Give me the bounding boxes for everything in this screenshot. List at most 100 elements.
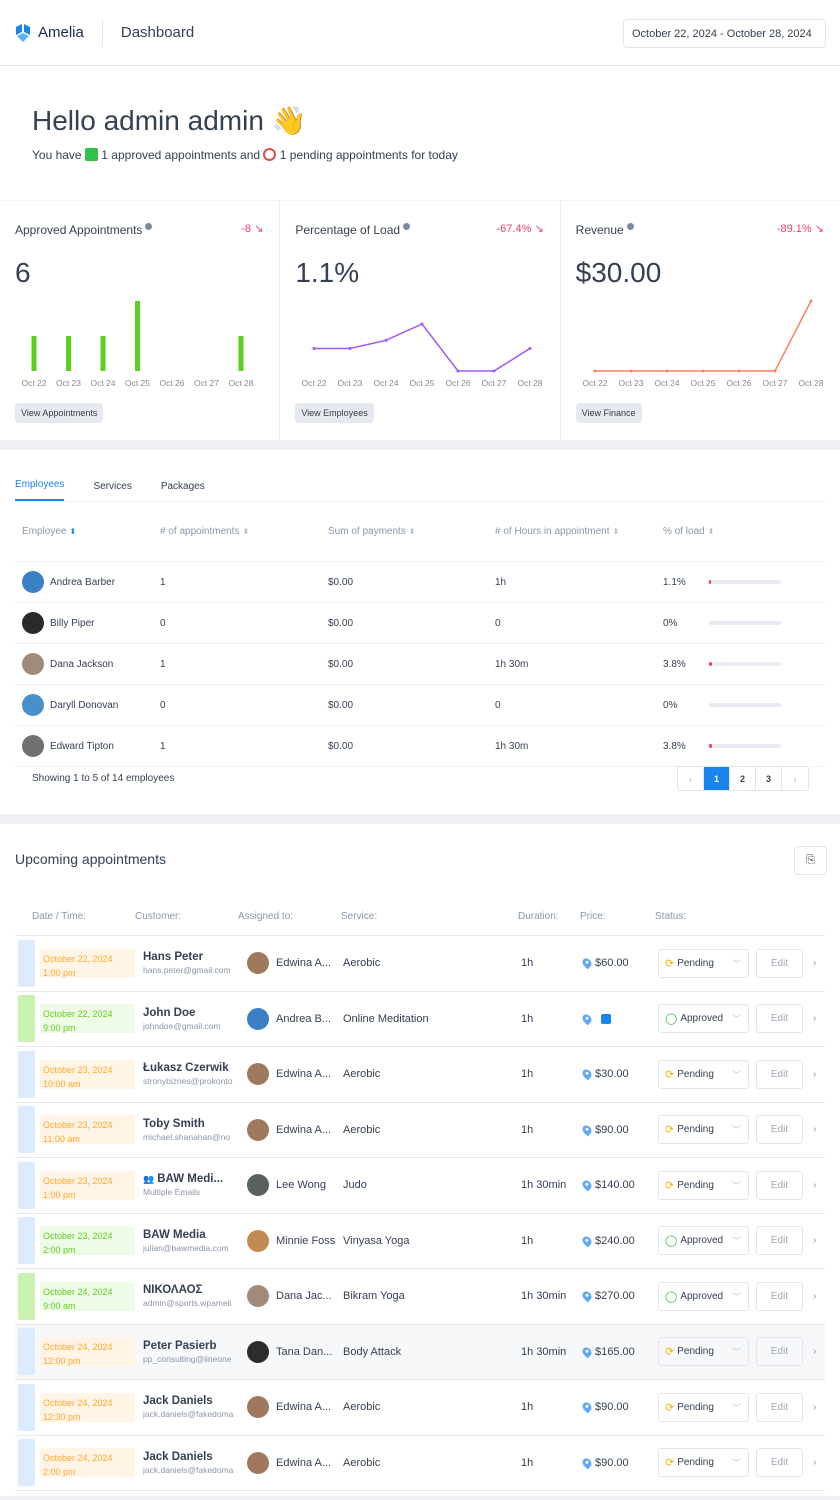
hours: 0 <box>495 617 501 629</box>
view-appointments-button[interactable]: View Appointments <box>15 403 104 423</box>
column-duration: Duration: <box>518 911 559 922</box>
page-2-button[interactable]: 2 <box>730 767 756 790</box>
appointment-time: 9:00 pm <box>43 1023 76 1034</box>
date-time-badge: October 24, 2024 9:00 am <box>40 1281 135 1311</box>
hours: 1h 30m <box>495 658 529 670</box>
sort-icon[interactable]: ⬍ <box>69 527 76 536</box>
expand-chevron-icon[interactable]: › <box>813 1013 816 1024</box>
view-finance-button[interactable]: View Finance <box>575 403 642 423</box>
employee-row[interactable]: Daryll Donovan 0 $0.00 0 0% <box>15 685 825 726</box>
tab-services[interactable]: Services <box>93 481 131 501</box>
load-progress-fill <box>709 743 712 748</box>
customer-cell: Jack Daniels jack.daniels@fakedoma <box>143 1451 247 1475</box>
employee-row[interactable]: Andrea Barber 1 $0.00 1h 1.1% <box>15 562 825 603</box>
column-hours[interactable]: # of Hours in appointment ⬍ <box>495 526 663 537</box>
status-dropdown[interactable]: ◯ Approved ﹀ <box>658 1281 749 1311</box>
expand-chevron-icon[interactable]: › <box>813 1402 816 1413</box>
pagination: ‹ 1 2 3 › <box>677 766 809 791</box>
status-dropdown[interactable]: ⟳ Pending ﹀ <box>658 1115 749 1145</box>
info-icon[interactable] <box>145 223 153 230</box>
page-1-button[interactable]: 1 <box>704 767 730 790</box>
employee-row[interactable]: Edward Tipton 1 $0.00 1h 30m 3.8% <box>15 726 825 767</box>
sort-icon[interactable]: ⬍ <box>708 527 715 536</box>
trend-value: -8 <box>241 223 252 235</box>
avatar <box>22 612 44 634</box>
expand-chevron-icon[interactable]: › <box>813 1235 816 1246</box>
status-dropdown[interactable]: ⟳ Pending ﹀ <box>658 1170 749 1200</box>
appointment-row[interactable]: October 24, 2024 12:00 pm Peter Pasierb pp_… <box>15 1324 825 1380</box>
edit-button[interactable]: Edit <box>756 1448 803 1478</box>
expand-chevron-icon[interactable]: › <box>813 1069 816 1080</box>
edit-button[interactable]: Edit <box>756 1337 803 1367</box>
appointment-row[interactable]: October 24, 2024 12:30 pm Jack Daniels jack… <box>15 1380 825 1436</box>
sum-payments: $0.00 <box>328 740 354 752</box>
pending-refresh-icon: ⟳ <box>665 1401 675 1414</box>
appointment-row[interactable]: October 23, 2024 1:00 pm 👥 BAW Medi... Multi… <box>15 1158 825 1214</box>
edit-button[interactable]: Edit <box>756 1226 803 1256</box>
appointment-row[interactable]: October 23, 2024 11:00 am Toby Smith michae… <box>15 1103 825 1158</box>
customer-email: julian@bawmedia.com <box>143 1242 229 1253</box>
column-employee[interactable]: Employee ⬍ <box>15 526 160 537</box>
tab-employees[interactable]: Employees <box>15 479 65 501</box>
edit-button[interactable]: Edit <box>756 1281 803 1311</box>
appointment-row[interactable]: October 24, 2024 9:00 am ΝΙΚΟΛΑΟΣ admin@spo… <box>15 1269 825 1325</box>
status-dropdown[interactable]: ⟳ Pending ﹀ <box>658 1337 749 1367</box>
appointment-time: 1:00 pm <box>43 967 76 978</box>
status-dropdown[interactable]: ⟳ Pending ﹀ <box>658 1392 749 1422</box>
expand-chevron-icon[interactable]: › <box>813 1457 816 1468</box>
status-dropdown[interactable]: ◯ Approved ﹀ <box>658 1004 749 1034</box>
status-dropdown[interactable]: ⟳ Pending ﹀ <box>658 1059 749 1089</box>
edit-button[interactable]: Edit <box>756 1115 803 1145</box>
amelia-logo[interactable]: Amelia <box>14 18 103 47</box>
greeting-section: Hello admin admin 👋 You have 1 approved … <box>0 66 840 200</box>
next-page-button[interactable]: › <box>782 767 808 790</box>
appointment-row[interactable]: October 23, 2024 2:00 pm BAW Media julian@b… <box>15 1214 825 1269</box>
edit-button[interactable]: Edit <box>756 1392 803 1422</box>
load-cell: 0% <box>663 618 825 629</box>
status-dropdown[interactable]: ⟳ Pending ﹀ <box>658 948 749 978</box>
expand-chevron-icon[interactable]: › <box>813 1180 816 1191</box>
sort-icon[interactable]: ⬍ <box>243 527 250 536</box>
export-button[interactable]: ⎘ <box>794 846 827 875</box>
info-icon[interactable] <box>403 223 411 230</box>
x-tick-label: Oct 22 <box>21 378 46 388</box>
appointment-row[interactable]: October 24, 2024 2:00 pm Jack Daniels jack.… <box>15 1436 825 1491</box>
sort-icon[interactable]: ⬍ <box>409 527 416 536</box>
column-price: Price: <box>580 911 606 922</box>
expand-chevron-icon[interactable]: › <box>813 958 816 969</box>
column-load[interactable]: % of load ⬍ <box>663 526 825 537</box>
column-appointments[interactable]: # of appointments ⬍ <box>160 526 328 537</box>
edit-button[interactable]: Edit <box>756 1004 803 1034</box>
column-sum-payments[interactable]: Sum of payments ⬍ <box>328 526 495 537</box>
avatar <box>247 1285 269 1308</box>
appointment-time: 11:00 am <box>43 1134 80 1145</box>
edit-button[interactable]: Edit <box>756 1170 803 1200</box>
sort-icon[interactable]: ⬍ <box>613 527 620 536</box>
appointment-row[interactable]: October 22, 2024 9:00 pm John Doe johndoe@g… <box>15 992 825 1047</box>
export-file-icon: ⎘ <box>806 854 815 866</box>
assigned-employee: Dana Jac... <box>247 1285 343 1308</box>
view-employees-button[interactable]: View Employees <box>295 403 374 423</box>
appointment-row[interactable]: October 23, 2024 10:00 am Łukasz Czerwik st… <box>15 1047 825 1103</box>
appointment-row[interactable]: October 22, 2024 1:00 pm Hans Peter hans.pe… <box>15 936 825 992</box>
page-3-button[interactable]: 3 <box>756 767 782 790</box>
employee-row[interactable]: Billy Piper 0 $0.00 0 0% <box>15 603 825 644</box>
employee-row[interactable]: Dana Jackson 1 $0.00 1h 30m 3.8% <box>15 644 825 685</box>
status-dropdown[interactable]: ⟳ Pending ﹀ <box>658 1448 749 1478</box>
service-name: Aerobic <box>343 1068 381 1081</box>
status-dropdown[interactable]: ◯ Approved ﹀ <box>658 1226 749 1256</box>
greeting-summary: You have 1 approved appointments and 1 p… <box>32 148 808 162</box>
x-tick-label: Oct 25 <box>690 378 715 388</box>
info-icon[interactable] <box>626 223 634 230</box>
expand-chevron-icon[interactable]: › <box>813 1291 816 1302</box>
expand-chevron-icon[interactable]: › <box>813 1346 816 1357</box>
prev-page-button[interactable]: ‹ <box>678 767 704 790</box>
x-tick-label: Oct 28 <box>518 378 543 388</box>
date-range-picker[interactable]: October 22, 2024 - October 28, 2024 <box>623 19 826 48</box>
edit-button[interactable]: Edit <box>756 1059 803 1089</box>
tab-packages[interactable]: Packages <box>161 481 205 501</box>
price: $140.00 <box>595 1179 635 1192</box>
date-time-badge: October 23, 2024 2:00 pm <box>40 1226 135 1256</box>
expand-chevron-icon[interactable]: › <box>813 1124 816 1135</box>
edit-button[interactable]: Edit <box>756 948 803 978</box>
